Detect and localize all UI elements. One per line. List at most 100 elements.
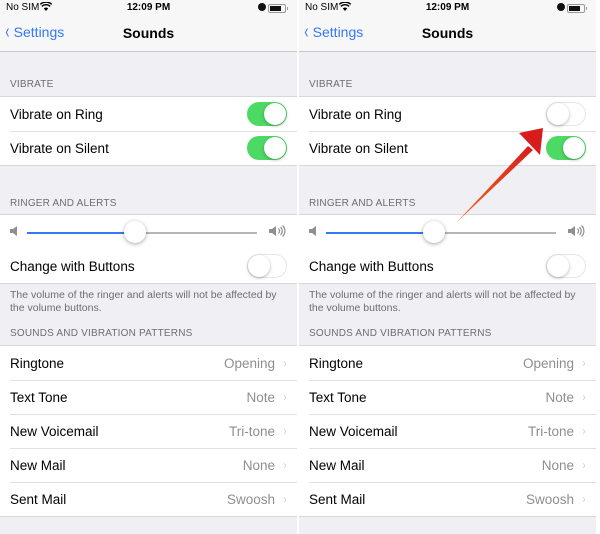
section-header-ringer: RINGER AND ALERTS <box>10 198 117 209</box>
page-title: Sounds <box>122 25 175 41</box>
row-value: Tri-tone <box>527 423 574 439</box>
sound-pattern-row-new-mail[interactable]: New Mail None › <box>299 448 596 482</box>
status-bar: No SIM 12:09 PM <box>0 0 297 16</box>
toggle-knob <box>264 137 286 159</box>
row-label: Vibrate on Silent <box>10 140 109 156</box>
row-value: Swoosh <box>525 491 574 507</box>
chevron-right-icon: › <box>283 424 287 438</box>
row-value: Tri-tone <box>228 423 275 439</box>
slider-track[interactable] <box>27 221 257 243</box>
slider-thumb[interactable] <box>423 221 446 243</box>
vibrate-on-silent-row: Vibrate on Silent <box>0 131 297 165</box>
chevron-right-icon: › <box>582 424 586 438</box>
vibrate-on-silent-toggle[interactable] <box>247 136 287 160</box>
change-with-buttons-toggle[interactable] <box>247 254 287 278</box>
chevron-right-icon: › <box>283 492 287 506</box>
chevron-right-icon: › <box>283 458 287 472</box>
section-header-vibrate: VIBRATE <box>309 79 353 90</box>
row-label: Vibrate on Ring <box>10 106 103 122</box>
battery-icon <box>268 4 288 13</box>
alarm-icon <box>557 3 565 11</box>
row-label: Sent Mail <box>10 491 67 507</box>
ringer-volume-slider[interactable] <box>299 215 596 249</box>
vibrate-group: Vibrate on Ring Vibrate on Silent <box>0 96 297 166</box>
toggle-knob <box>563 137 585 159</box>
clock: 12:09 PM <box>126 2 171 13</box>
slider-fill <box>326 232 435 234</box>
change-with-buttons-row: Change with Buttons <box>299 249 596 283</box>
sound-pattern-row-text-tone[interactable]: Text Tone Note › <box>0 380 297 414</box>
toggle-knob <box>546 102 569 125</box>
sound-pattern-row-new-voicemail[interactable]: New Voicemail Tri-tone › <box>299 414 596 448</box>
sound-pattern-row-new-mail[interactable]: New Mail None › <box>0 448 297 482</box>
toggle-knob <box>247 254 270 277</box>
settings-screen-before: No SIM 12:09 PM ‹ Settings Sounds VIBRAT… <box>0 0 297 534</box>
toggle-knob <box>546 254 569 277</box>
row-value: Opening <box>223 355 275 371</box>
row-value: Note <box>246 389 275 405</box>
chevron-right-icon: › <box>283 390 287 404</box>
slider-track[interactable] <box>326 221 556 243</box>
chevron-right-icon: › <box>582 356 586 370</box>
vibrate-group: Vibrate on Ring Vibrate on Silent <box>299 96 596 166</box>
toggle-knob <box>264 103 286 125</box>
navigation-bar: ‹ Settings Sounds <box>299 16 596 52</box>
row-label: Sent Mail <box>309 491 366 507</box>
row-label: Change with Buttons <box>10 258 135 274</box>
status-bar: No SIM 12:09 PM <box>299 0 596 16</box>
clock: 12:09 PM <box>425 2 470 13</box>
sound-pattern-row-sent-mail[interactable]: Sent Mail Swoosh › <box>299 482 596 516</box>
row-label: Change with Buttons <box>309 258 434 274</box>
change-with-buttons-row: Change with Buttons <box>0 249 297 283</box>
ringer-volume-slider[interactable] <box>0 215 297 249</box>
section-header-patterns: SOUNDS AND VIBRATION PATTERNS <box>309 328 492 339</box>
change-with-buttons-toggle[interactable] <box>546 254 586 278</box>
chevron-right-icon: › <box>582 492 586 506</box>
row-label: Vibrate on Silent <box>309 140 408 156</box>
row-label: Text Tone <box>10 389 68 405</box>
sound-pattern-row-text-tone[interactable]: Text Tone Note › <box>299 380 596 414</box>
vibrate-on-silent-row: Vibrate on Silent <box>299 131 596 165</box>
volume-high-icon <box>269 225 287 240</box>
ringer-group: Change with Buttons <box>299 214 596 284</box>
settings-screen-after: No SIM 12:09 PM ‹ Settings Sounds VIBRAT… <box>299 0 596 534</box>
alarm-icon <box>258 3 266 11</box>
row-label: New Mail <box>309 457 365 473</box>
row-value: Note <box>545 389 574 405</box>
slider-thumb[interactable] <box>124 221 147 243</box>
patterns-group: Ringtone Opening › Text Tone Note › New … <box>299 345 596 517</box>
sound-pattern-row-sent-mail[interactable]: Sent Mail Swoosh › <box>0 482 297 516</box>
section-header-ringer: RINGER AND ALERTS <box>309 198 416 209</box>
row-label: New Voicemail <box>10 423 99 439</box>
vibrate-on-ring-toggle[interactable] <box>247 102 287 126</box>
row-label: New Voicemail <box>309 423 398 439</box>
vibrate-on-silent-toggle[interactable] <box>546 136 586 160</box>
row-label: New Mail <box>10 457 66 473</box>
vibrate-on-ring-toggle[interactable] <box>546 102 586 126</box>
chevron-right-icon: › <box>283 356 287 370</box>
row-value: Opening <box>522 355 574 371</box>
page-title: Sounds <box>421 25 474 41</box>
vibrate-on-ring-row: Vibrate on Ring <box>0 97 297 131</box>
volume-high-icon <box>568 225 586 240</box>
row-value: Swoosh <box>226 491 275 507</box>
vibrate-on-ring-row: Vibrate on Ring <box>299 97 596 131</box>
sound-pattern-row-new-voicemail[interactable]: New Voicemail Tri-tone › <box>0 414 297 448</box>
sound-pattern-row-ringtone[interactable]: Ringtone Opening › <box>299 346 596 380</box>
row-label: Ringtone <box>10 355 65 371</box>
row-label: Ringtone <box>309 355 364 371</box>
ringer-group: Change with Buttons <box>0 214 297 284</box>
volume-low-icon <box>10 226 18 238</box>
chevron-right-icon: › <box>582 458 586 472</box>
row-value: None <box>242 457 275 473</box>
patterns-group: Ringtone Opening › Text Tone Note › New … <box>0 345 297 517</box>
row-value: None <box>541 457 574 473</box>
ringer-footer-note: The volume of the ringer and alerts will… <box>10 289 277 314</box>
ringer-footer-note: The volume of the ringer and alerts will… <box>309 289 576 314</box>
volume-low-icon <box>309 226 317 238</box>
navigation-bar: ‹ Settings Sounds <box>0 16 297 52</box>
row-label: Text Tone <box>309 389 367 405</box>
section-header-vibrate: VIBRATE <box>10 79 54 90</box>
section-header-patterns: SOUNDS AND VIBRATION PATTERNS <box>10 328 193 339</box>
sound-pattern-row-ringtone[interactable]: Ringtone Opening › <box>0 346 297 380</box>
